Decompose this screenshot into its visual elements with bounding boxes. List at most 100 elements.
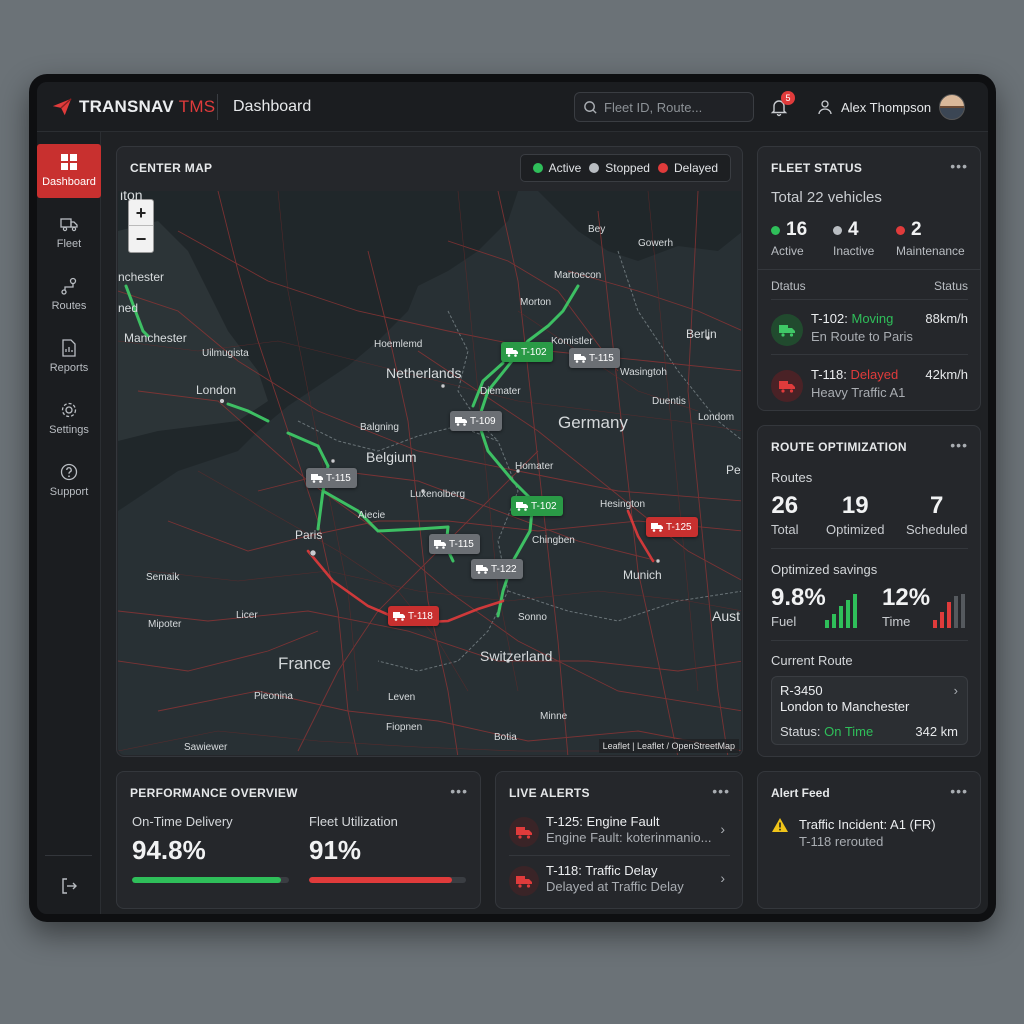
vehicle-status-icon	[771, 370, 803, 402]
more-options-icon[interactable]: •••	[950, 783, 968, 799]
brand-logo[interactable]: TRANSNAV TMS	[51, 96, 215, 118]
utilization-progress-bar	[309, 877, 466, 883]
zoom-in-button[interactable]: +	[129, 200, 153, 226]
truck-marker[interactable]: T-115	[429, 534, 480, 554]
map-attribution[interactable]: Leaflet | Leaflet / OpenStreetMap	[598, 739, 739, 753]
logout-icon[interactable]	[59, 876, 79, 896]
truck-marker[interactable]: T-102	[501, 342, 553, 362]
map-label: Fiopnen	[386, 722, 423, 733]
more-options-icon[interactable]: •••	[950, 158, 968, 174]
truck-marker[interactable]: T-122	[471, 559, 523, 579]
legend-item-stopped[interactable]: Stopped	[589, 161, 650, 175]
user-icon	[818, 100, 832, 115]
truck-id: T-118	[408, 610, 433, 622]
map-label: Manchester	[124, 331, 187, 345]
map-header: CENTER MAP Active Stopped Delayed	[117, 147, 742, 191]
fuel-value: 9.8%	[771, 584, 826, 611]
map-label: Duentis	[652, 396, 686, 407]
vehicle-row[interactable]: T-118: Delayed Heavy Traffic A1 42km/h	[771, 365, 968, 415]
search-input[interactable]	[604, 99, 744, 115]
alert-detail: Delayed at Traffic Delay	[546, 879, 684, 894]
on-time-progress-fill	[132, 877, 281, 883]
map-label: Botia	[494, 732, 517, 743]
sidebar-item-dashboard[interactable]: Dashboard	[37, 144, 101, 198]
stat-value: 16	[786, 219, 808, 240]
map-label: Aust	[712, 608, 741, 624]
chevron-right-icon: ›	[953, 683, 958, 698]
map-label: Netherlands	[386, 365, 462, 381]
truck-marker[interactable]: T-109	[450, 411, 502, 431]
truck-marker[interactable]: T-118	[388, 606, 439, 626]
map-label: Homater	[515, 461, 554, 472]
fuel-label: Fuel	[771, 614, 797, 629]
sidebar-item-routes[interactable]: Routes	[37, 268, 101, 322]
search-icon	[584, 100, 597, 114]
route-icon	[61, 277, 77, 295]
route-stat-optimized: 19 Optimized	[826, 492, 885, 537]
search-box[interactable]	[574, 92, 754, 122]
more-options-icon[interactable]: •••	[950, 437, 968, 453]
savings-label: Optimized savings	[771, 562, 878, 577]
sidebar-item-support[interactable]: Support	[37, 454, 101, 508]
sidebar-item-label: Reports	[49, 362, 89, 374]
zoom-out-button[interactable]: −	[129, 226, 153, 252]
map-label: ned	[118, 301, 139, 315]
legend-item-active[interactable]: Active	[532, 161, 581, 175]
map-label: Munich	[623, 568, 662, 582]
alert-row[interactable]: T-118: Traffic Delay Delayed at Traffic …	[509, 861, 729, 907]
truck-marker[interactable]: T-115	[306, 468, 357, 488]
column-header: Dtatus	[771, 279, 806, 293]
time-label: Time	[882, 614, 911, 629]
map-label: Pieonina	[254, 691, 293, 702]
sidebar-item-fleet[interactable]: Fleet	[37, 206, 101, 260]
feed-item-title: Traffic Incident: A1 (FR)	[799, 817, 936, 832]
sidebar-item-settings[interactable]: Settings	[37, 392, 101, 446]
vehicle-detail: En Route to Paris	[811, 329, 913, 344]
map-label: Switzerland	[480, 648, 553, 664]
more-options-icon[interactable]: •••	[450, 783, 468, 799]
stat-active: 16 Active	[771, 219, 807, 258]
truck-marker[interactable]: T-125	[646, 517, 698, 537]
performance-title: PERFORMANCE OVERVIEW	[130, 786, 298, 800]
alert-truck-icon	[509, 817, 539, 847]
map-label: Wasingtoh	[620, 367, 667, 378]
help-icon	[60, 463, 78, 481]
status-dot-icon	[896, 225, 905, 235]
truck-icon	[476, 565, 488, 574]
map-canvas[interactable]: + − iton nchester ned Manchester Uilmugi…	[118, 191, 741, 755]
route-stat-label: Optimized	[826, 522, 885, 537]
vehicle-row[interactable]: T-102: Moving En Route to Paris 88km/h	[771, 309, 968, 359]
truck-icon	[651, 523, 663, 532]
map-label: Sonno	[518, 612, 547, 623]
map-label: Hesington	[600, 499, 646, 510]
truck-marker[interactable]: T-102	[511, 496, 563, 516]
stat-maintenance: 2 Maintenance	[896, 219, 965, 258]
route-stat-value: 7	[930, 492, 944, 519]
map-base-layer	[118, 191, 741, 755]
truck-marker[interactable]: T-115	[569, 348, 620, 368]
live-alerts-title: LIVE ALERTS	[509, 786, 590, 800]
stat-value: 2	[911, 219, 922, 240]
map-label: Martoecon	[554, 270, 602, 281]
more-options-icon[interactable]: •••	[712, 783, 730, 799]
map-label: Gowerh	[638, 238, 674, 249]
alert-row[interactable]: T-125: Engine Fault Engine Fault: koteri…	[509, 812, 729, 858]
map-label: Bey	[588, 224, 606, 235]
map-label: Uilmugista	[202, 348, 249, 359]
warning-icon	[772, 818, 788, 832]
paper-plane-icon	[52, 98, 72, 116]
map-label: Minne	[540, 711, 568, 722]
fuel-bar-chart-icon	[825, 594, 857, 628]
stopped-dot-icon	[589, 163, 600, 173]
status-dot-icon	[833, 225, 842, 235]
legend-item-delayed[interactable]: Delayed	[657, 161, 718, 175]
current-route-box[interactable]: R-3450 › London to Manchester Status: On…	[771, 676, 968, 745]
user-menu[interactable]: Alex Thompson	[817, 94, 966, 120]
sidebar-item-label: Fleet	[56, 238, 82, 250]
map-label: Semaik	[146, 572, 180, 583]
avatar[interactable]	[939, 94, 966, 120]
legend-label: Stopped	[605, 161, 650, 175]
sidebar-item-reports[interactable]: Reports	[37, 330, 101, 384]
route-id: R-3450	[780, 683, 823, 698]
truck-icon	[434, 540, 446, 549]
